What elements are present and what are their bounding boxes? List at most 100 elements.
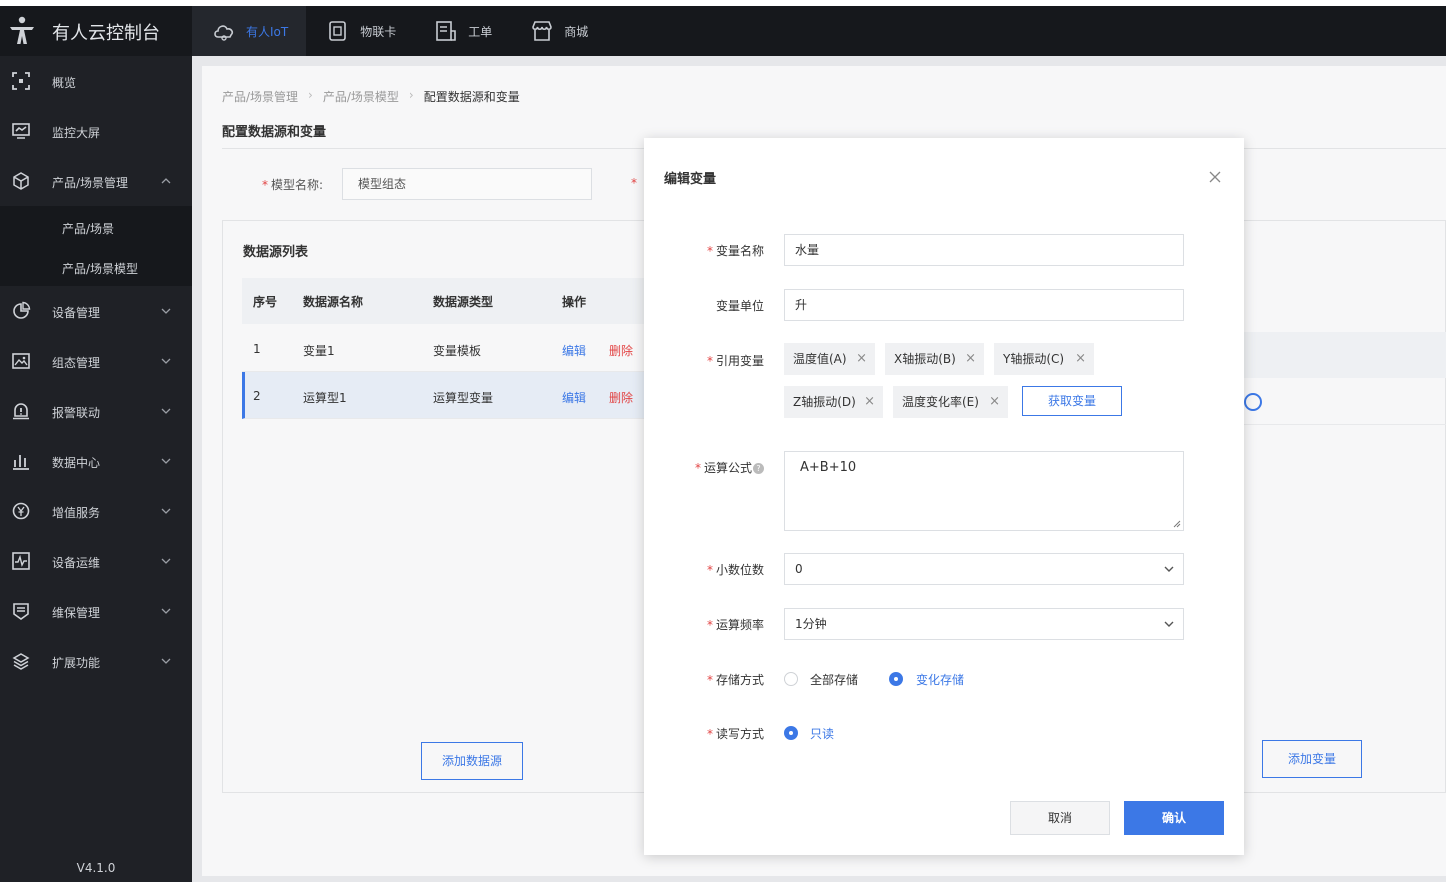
variable-table-header xyxy=(1244,332,1446,378)
required-mark: * xyxy=(631,176,637,190)
sidebar-item-label: 扩展功能 xyxy=(52,656,101,670)
fetch-variables-button[interactable]: 获取变量 xyxy=(1022,386,1122,416)
tag-label: Z轴振动(D) xyxy=(793,395,856,409)
sidebar-item-value-added[interactable]: 增值服务 xyxy=(0,486,192,536)
variable-unit-input[interactable]: 升 xyxy=(784,289,1184,321)
chevron-down-icon xyxy=(1164,566,1174,572)
required-mark: * xyxy=(262,178,268,192)
cancel-button[interactable]: 取消 xyxy=(1010,801,1110,835)
rw-readonly-label[interactable]: 只读 xyxy=(810,725,834,742)
toggle-icon[interactable] xyxy=(1244,393,1262,411)
sidebar-item-alarm[interactable]: 报警联动 xyxy=(0,386,192,436)
sidebar-item-monitor[interactable]: 监控大屏 xyxy=(0,106,192,156)
decimals-select[interactable]: 0 xyxy=(784,553,1184,585)
monitor-icon xyxy=(12,123,30,139)
maintenance-icon xyxy=(13,603,29,620)
chevron-down-icon xyxy=(161,608,171,614)
storage-all-radio[interactable] xyxy=(784,672,798,686)
tag-remove-icon[interactable]: × xyxy=(989,386,1000,418)
sidebar-item-product-scene[interactable]: 产品/场景管理 xyxy=(0,156,192,206)
edit-variable-dialog: 编辑变量 * 变量名称 水量 变量单位 升 * 引用变量 温度值(A) × X轴振动(… xyxy=(644,138,1244,855)
storage-label-text: 存储方式 xyxy=(715,673,764,687)
tab-sim-card[interactable]: 物联卡 xyxy=(306,6,414,56)
resize-grip-icon[interactable] xyxy=(1173,520,1181,528)
sidebar-item-maintenance[interactable]: 维保管理 xyxy=(0,586,192,636)
table-row[interactable]: 1 变量1 变量模板 编辑 删除 xyxy=(242,325,652,372)
breadcrumb-item[interactable]: 产品/场景模型 xyxy=(323,88,399,105)
cell-no: 2 xyxy=(253,389,261,403)
layers-icon xyxy=(12,653,30,670)
variable-name-input[interactable]: 水量 xyxy=(784,234,1184,266)
brand[interactable]: 有人云控制台 xyxy=(0,6,192,56)
ref-variables-label: * 引用变量 xyxy=(707,352,764,369)
sidebar-sub-item-product-scene[interactable]: 产品/场景 xyxy=(62,220,114,237)
tag-label: Y轴振动(C) xyxy=(1003,352,1065,366)
sidebar-item-label: 产品/场景管理 xyxy=(52,176,129,190)
formula-label: * 运算公式? xyxy=(695,459,764,476)
tag-remove-icon[interactable]: × xyxy=(965,343,976,375)
breadcrumb-item[interactable]: 产品/场景管理 xyxy=(222,88,298,105)
alarm-icon xyxy=(13,403,29,420)
chevron-down-icon xyxy=(1164,621,1174,627)
cell-type: 变量模板 xyxy=(433,344,482,358)
tab-store[interactable]: 商城 xyxy=(510,6,606,56)
variable-unit-label: 变量单位 xyxy=(715,299,764,313)
close-icon[interactable] xyxy=(1208,170,1222,184)
decimals-label-text: 小数位数 xyxy=(715,563,764,577)
cell-type: 运算型变量 xyxy=(433,391,494,405)
yen-icon xyxy=(12,502,30,520)
storage-change-label[interactable]: 变化存储 xyxy=(916,671,964,688)
frequency-select[interactable]: 1分钟 xyxy=(784,608,1184,640)
breadcrumb: 产品/场景管理 › 产品/场景模型 › 配置数据源和变量 xyxy=(222,88,530,105)
storage-change-radio[interactable] xyxy=(889,672,903,686)
add-variable-button[interactable]: 添加变量 xyxy=(1262,740,1362,778)
frequency-label: * 运算频率 xyxy=(707,616,764,633)
sidebar-item-configuration[interactable]: 组态管理 xyxy=(0,336,192,386)
rw-readonly-radio[interactable] xyxy=(784,726,798,740)
sidebar-item-data-center[interactable]: 数据中心 xyxy=(0,436,192,486)
table-row-selected[interactable]: 2 运算型1 运算型变量 编辑 删除 xyxy=(242,372,652,419)
sidebar-sub-item-scene-model[interactable]: 产品/场景模型 xyxy=(62,260,138,277)
sidebar-item-extensions[interactable]: 扩展功能 xyxy=(0,636,192,686)
pie-chart-icon xyxy=(13,301,31,319)
sidebar-item-devices[interactable]: 设备管理 xyxy=(0,286,192,336)
sidebar-item-label: 监控大屏 xyxy=(52,126,101,140)
required-mark: * xyxy=(706,244,713,258)
formula-label-text: 运算公式 xyxy=(703,461,752,475)
ref-variable-tag: Z轴振动(D) × xyxy=(784,386,883,418)
sidebar-item-overview[interactable]: 概览 xyxy=(0,56,192,106)
tag-remove-icon[interactable]: × xyxy=(864,386,875,418)
formula-textarea[interactable]: A+B+10 xyxy=(784,451,1184,531)
column-header: 数据源名称 xyxy=(303,295,364,309)
add-datasource-button[interactable]: 添加数据源 xyxy=(421,742,523,780)
edit-link[interactable]: 编辑 xyxy=(562,342,586,359)
tag-remove-icon[interactable]: × xyxy=(1075,343,1086,375)
tag-label: 温度值(A) xyxy=(793,352,847,366)
sidebar-item-ops[interactable]: 设备运维 xyxy=(0,536,192,586)
edit-link[interactable]: 编辑 xyxy=(562,389,586,406)
decimals-value: 0 xyxy=(795,562,803,576)
decimals-label: * 小数位数 xyxy=(707,561,764,578)
table-header: 序号 数据源名称 数据源类型 操作 xyxy=(242,278,652,324)
sidebar-item-label: 概览 xyxy=(52,76,77,90)
pulse-icon xyxy=(12,552,30,570)
sidebar-item-label: 组态管理 xyxy=(52,356,101,370)
model-name-label: * 模型名称: xyxy=(262,176,323,193)
tab-iot[interactable]: 有人IoT xyxy=(192,6,307,56)
tag-label: 温度变化率(E) xyxy=(902,395,979,409)
help-icon[interactable]: ? xyxy=(753,463,764,474)
delete-link[interactable]: 删除 xyxy=(609,342,633,359)
confirm-button[interactable]: 确认 xyxy=(1124,801,1224,835)
tag-remove-icon[interactable]: × xyxy=(856,343,867,375)
image-icon xyxy=(12,353,30,369)
breadcrumb-separator-icon: › xyxy=(408,88,414,102)
brand-name: 有人云控制台 xyxy=(52,23,160,44)
column-header: 序号 xyxy=(253,295,278,309)
storage-all-label[interactable]: 全部存储 xyxy=(810,671,858,688)
delete-link[interactable]: 删除 xyxy=(609,389,633,406)
chevron-down-icon xyxy=(161,458,171,464)
model-name-input[interactable]: 模型组态 xyxy=(342,168,592,200)
tab-ticket[interactable]: 工单 xyxy=(414,6,510,56)
datasource-title: 数据源列表 xyxy=(243,245,309,260)
sidebar-item-label: 增值服务 xyxy=(52,506,101,520)
